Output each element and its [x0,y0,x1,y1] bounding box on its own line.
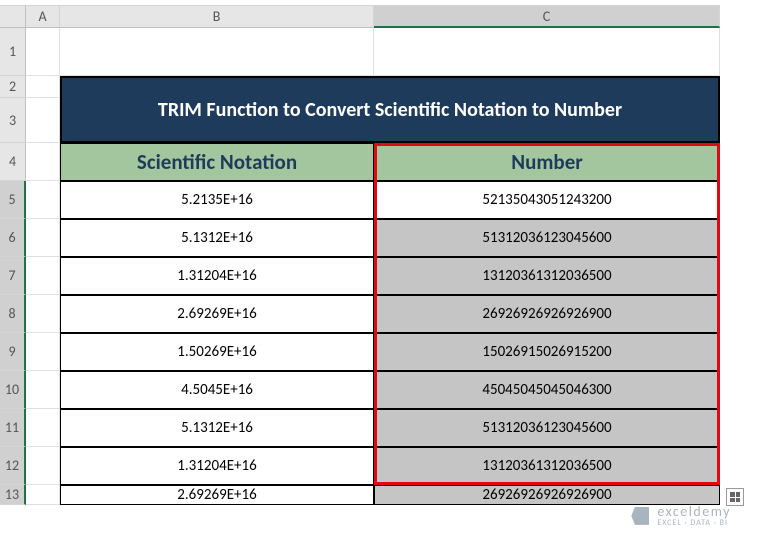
row-header-8[interactable]: 8 [0,295,26,333]
watermark-line1: exceldemy [657,504,731,519]
autofill-options-button[interactable] [726,488,744,506]
row-header-5[interactable]: 5 [0,181,26,219]
cell-c7[interactable]: 13120361312036500 [374,257,720,295]
row-header-12[interactable]: 12 [0,447,26,485]
row-header-3[interactable]: 3 [0,98,26,143]
row-header-4[interactable]: 4 [0,143,26,181]
cell-a4[interactable] [26,143,60,181]
cell-a12[interactable] [26,447,60,485]
cell-b8[interactable]: 2.69269E+16 [60,295,374,333]
cell-b6[interactable]: 5.1312E+16 [60,219,374,257]
column-header-a[interactable]: A [26,6,60,28]
cell-a5[interactable] [26,181,60,219]
cell-c11[interactable]: 51312036123045600 [374,409,720,447]
column-header-b[interactable]: B [60,6,374,28]
select-all-corner[interactable] [0,6,26,28]
cell-a9[interactable] [26,333,60,371]
cell-b11[interactable]: 5.1312E+16 [60,409,374,447]
cell-a2[interactable] [26,76,60,98]
watermark: exceldemy EXCEL · DATA · BI [631,504,731,528]
cell-a7[interactable] [26,257,60,295]
cell-b5[interactable]: 5.2135E+16 [60,181,374,219]
watermark-text: exceldemy EXCEL · DATA · BI [657,504,731,528]
row-header-9[interactable]: 9 [0,333,26,371]
cell-a10[interactable] [26,371,60,409]
cell-a6[interactable] [26,219,60,257]
autofill-icon [730,492,740,502]
cell-b13[interactable]: 2.69269E+16 [60,485,374,505]
header-scientific-notation[interactable]: Scientific Notation [60,143,374,181]
row-header-11[interactable]: 11 [0,409,26,447]
watermark-logo-icon [631,507,649,525]
cell-c8[interactable]: 26926926926926900 [374,295,720,333]
watermark-line2: EXCEL · DATA · BI [657,519,731,528]
cell-a13[interactable] [26,485,60,505]
cell-a3[interactable] [26,98,60,143]
row-header-6[interactable]: 6 [0,219,26,257]
cell-c12[interactable]: 13120361312036500 [374,447,720,485]
row-header-13[interactable]: 13 [0,485,26,505]
cell-c10[interactable]: 45045045045046300 [374,371,720,409]
cell-c5[interactable]: 52135043051243200 [374,181,720,219]
column-header-c[interactable]: C [374,6,720,28]
spreadsheet-grid: A B C 1 2 3 4 5 6 7 8 9 10 11 12 13 TRIM… [0,0,767,505]
cell-c6[interactable]: 51312036123045600 [374,219,720,257]
cell-b1[interactable] [60,28,374,76]
header-number[interactable]: Number [374,143,720,181]
cell-b7[interactable]: 1.31204E+16 [60,257,374,295]
cell-c9[interactable]: 15026915026915200 [374,333,720,371]
cell-a1[interactable] [26,28,60,76]
row-header-7[interactable]: 7 [0,257,26,295]
row-header-2[interactable]: 2 [0,76,26,98]
cell-c1[interactable] [374,28,720,76]
row-header-10[interactable]: 10 [0,371,26,409]
title-cell[interactable]: TRIM Function to Convert Scientific Nota… [60,76,720,143]
cell-a11[interactable] [26,409,60,447]
cell-b10[interactable]: 4.5045E+16 [60,371,374,409]
cell-b9[interactable]: 1.50269E+16 [60,333,374,371]
row-header-1[interactable]: 1 [0,28,26,76]
cell-b12[interactable]: 1.31204E+16 [60,447,374,485]
cell-c13[interactable]: 26926926926926900 [374,485,720,505]
cell-a8[interactable] [26,295,60,333]
